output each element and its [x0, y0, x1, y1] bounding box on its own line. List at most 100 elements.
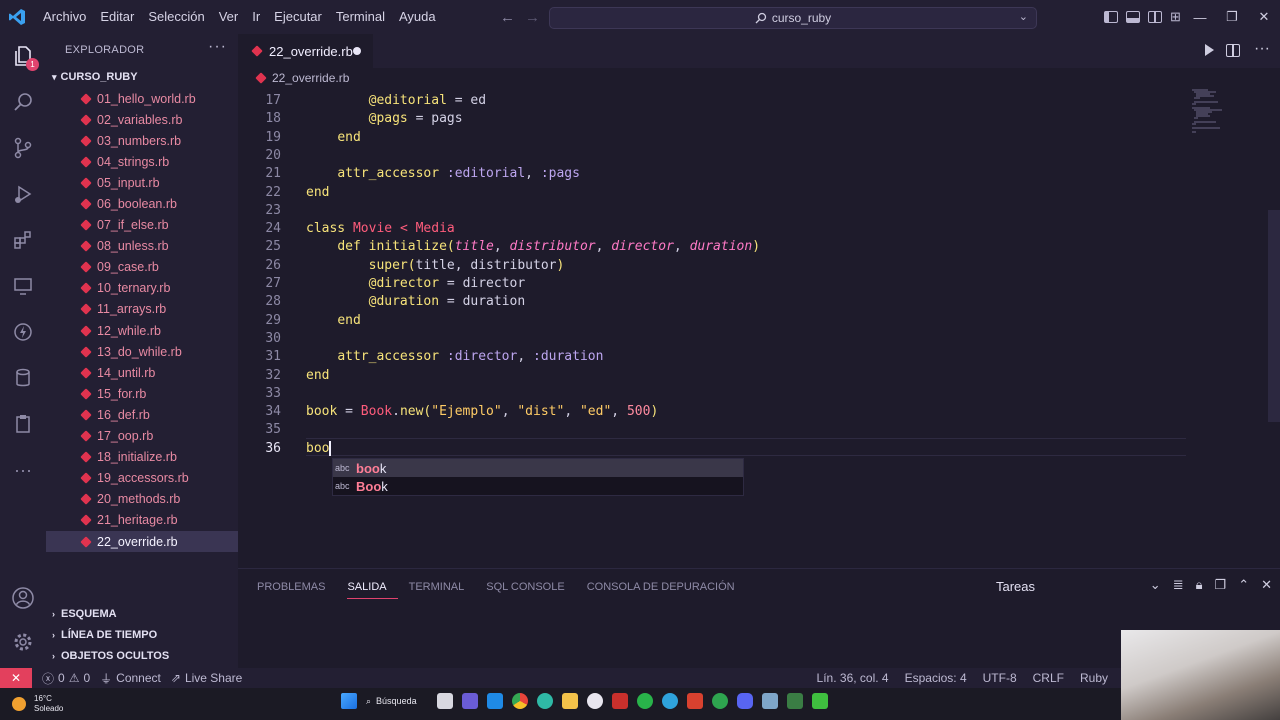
- file-item[interactable]: 13_do_while.rb: [46, 341, 238, 362]
- command-center[interactable]: curso_ruby ⌄: [549, 7, 1037, 29]
- explorer-icon[interactable]: 1: [0, 34, 46, 78]
- file-item[interactable]: 02_variables.rb: [46, 109, 238, 130]
- chevron-down-icon[interactable]: ⌄: [1019, 10, 1028, 23]
- forward-arrow-icon[interactable]: →: [525, 9, 540, 26]
- cursor-position[interactable]: Lín. 36, col. 4: [817, 671, 889, 685]
- output-channel-select[interactable]: Tareas: [996, 579, 1035, 594]
- filezilla-icon[interactable]: [612, 693, 628, 709]
- more-icon[interactable]: ···: [0, 448, 46, 492]
- settings-gear-icon[interactable]: [0, 620, 46, 664]
- folder-curso-ruby[interactable]: ▾ CURSO_RUBY: [52, 71, 138, 83]
- database-icon[interactable]: [0, 356, 46, 400]
- tab-problemas[interactable]: PROBLEMAS: [257, 579, 336, 599]
- file-item[interactable]: 14_until.rb: [46, 362, 238, 383]
- bolt-icon[interactable]: [0, 310, 46, 354]
- language-mode[interactable]: Ruby: [1080, 671, 1108, 685]
- remote-indicator-icon[interactable]: ✕: [0, 668, 32, 688]
- file-item[interactable]: 07_if_else.rb: [46, 215, 238, 236]
- unsaved-dot-icon[interactable]: [353, 47, 361, 55]
- taskbar-search[interactable]: ⌕ Búsqueda: [366, 696, 428, 707]
- encoding[interactable]: UTF-8: [983, 671, 1017, 685]
- chrome-icon[interactable]: [512, 693, 528, 709]
- app-red-icon[interactable]: [687, 693, 703, 709]
- task-view-icon[interactable]: [437, 693, 453, 709]
- file-item[interactable]: 18_initialize.rb: [46, 447, 238, 468]
- tab-22-override[interactable]: 22_override.rb: [238, 34, 373, 68]
- minimize-icon[interactable]: —: [1184, 10, 1216, 25]
- file-item[interactable]: 01_hello_world.rb: [46, 88, 238, 109]
- file-item[interactable]: 16_def.rb: [46, 404, 238, 425]
- whatsapp-icon[interactable]: [637, 693, 653, 709]
- indentation[interactable]: Espacios: 4: [905, 671, 967, 685]
- menu-ayuda[interactable]: Ayuda: [392, 0, 443, 34]
- clipboard-icon[interactable]: [0, 402, 46, 446]
- windows-start-icon[interactable]: [341, 693, 357, 709]
- file-item[interactable]: 19_accessors.rb: [46, 468, 238, 489]
- file-item[interactable]: 08_unless.rb: [46, 236, 238, 257]
- app-green-icon[interactable]: [712, 693, 728, 709]
- github-icon[interactable]: [587, 693, 603, 709]
- file-item[interactable]: 06_boolean.rb: [46, 193, 238, 214]
- split-editor-icon[interactable]: [1226, 44, 1240, 57]
- file-item[interactable]: 20_methods.rb: [46, 489, 238, 510]
- app-hs-icon[interactable]: [787, 693, 803, 709]
- search-icon[interactable]: [0, 80, 46, 124]
- section-esquema[interactable]: › ESQUEMA: [52, 608, 117, 620]
- tab-consola-depuracion[interactable]: CONSOLA DE DEPURACIÓN: [587, 579, 746, 599]
- menu-ver[interactable]: Ver: [212, 0, 246, 34]
- section-objetos-ocultos[interactable]: › OBJETOS OCULTOS: [52, 650, 169, 662]
- vscode-taskbar-icon[interactable]: [487, 693, 503, 709]
- tab-sql-console[interactable]: SQL CONSOLE: [486, 579, 575, 599]
- discord-icon[interactable]: [737, 693, 753, 709]
- toggle-secondary-sidebar-icon[interactable]: [1148, 11, 1162, 23]
- connect-status[interactable]: ⏚ Connect: [100, 670, 161, 687]
- extensions-icon[interactable]: [0, 218, 46, 262]
- file-item[interactable]: 10_ternary.rb: [46, 278, 238, 299]
- lock-icon[interactable]: 🔒︎: [1196, 577, 1203, 593]
- minimap[interactable]: [1188, 88, 1280, 568]
- suggestion-item[interactable]: abc Book: [333, 477, 743, 495]
- run-debug-icon[interactable]: [0, 172, 46, 216]
- weather-widget[interactable]: 16°C Soleado: [12, 694, 63, 714]
- suggestion-item[interactable]: abc book: [333, 459, 743, 477]
- menu-editar[interactable]: Editar: [93, 0, 141, 34]
- tab-terminal[interactable]: TERMINAL: [409, 579, 476, 599]
- file-item[interactable]: 21_heritage.rb: [46, 510, 238, 531]
- telegram-icon[interactable]: [662, 693, 678, 709]
- explorer-more-icon[interactable]: ···: [208, 38, 227, 56]
- breadcrumb-file[interactable]: 22_override.rb: [272, 71, 349, 85]
- clear-output-icon[interactable]: ≣: [1173, 577, 1184, 593]
- problems-indicator[interactable]: ⓧ 0 ⚠︎ 0: [42, 670, 90, 687]
- teams-icon[interactable]: [462, 693, 478, 709]
- run-icon[interactable]: [1205, 44, 1214, 56]
- customize-layout-icon[interactable]: ⊞: [1170, 9, 1181, 25]
- live-share-status[interactable]: ⇗ Live Share: [171, 671, 242, 685]
- app-blue-icon[interactable]: [762, 693, 778, 709]
- menu-ejecutar[interactable]: Ejecutar: [267, 0, 329, 34]
- toggle-panel-icon[interactable]: [1126, 11, 1140, 23]
- toggle-sidebar-icon[interactable]: [1104, 11, 1118, 23]
- app-green2-icon[interactable]: [812, 693, 828, 709]
- close-panel-icon[interactable]: ✕: [1261, 577, 1272, 593]
- code-editor[interactable]: 17 @editorial = ed 18 @pags = pags 19 en…: [238, 88, 1280, 568]
- end-of-line[interactable]: CRLF: [1033, 671, 1064, 685]
- file-item[interactable]: 03_numbers.rb: [46, 130, 238, 151]
- source-control-icon[interactable]: [0, 126, 46, 170]
- back-arrow-icon[interactable]: ←: [500, 9, 515, 26]
- file-item[interactable]: 12_while.rb: [46, 320, 238, 341]
- file-item[interactable]: 04_strings.rb: [46, 151, 238, 172]
- menu-seleccion[interactable]: Selección: [141, 0, 211, 34]
- copy-icon[interactable]: ❐: [1215, 577, 1227, 593]
- tab-salida[interactable]: SALIDA: [347, 579, 398, 599]
- file-item[interactable]: 09_case.rb: [46, 257, 238, 278]
- file-item[interactable]: 11_arrays.rb: [46, 299, 238, 320]
- maximize-panel-icon[interactable]: ⌃: [1238, 577, 1249, 593]
- editor-scrollbar[interactable]: [1268, 210, 1280, 422]
- menu-archivo[interactable]: Archivo: [36, 0, 93, 34]
- file-item[interactable]: 05_input.rb: [46, 172, 238, 193]
- more-actions-icon[interactable]: ···: [1254, 40, 1270, 58]
- section-linea-de-tiempo[interactable]: › LÍNEA DE TIEMPO: [52, 629, 157, 641]
- close-icon[interactable]: ✕: [1248, 9, 1280, 25]
- maximize-icon[interactable]: ❐: [1216, 9, 1248, 25]
- account-icon[interactable]: [0, 576, 46, 620]
